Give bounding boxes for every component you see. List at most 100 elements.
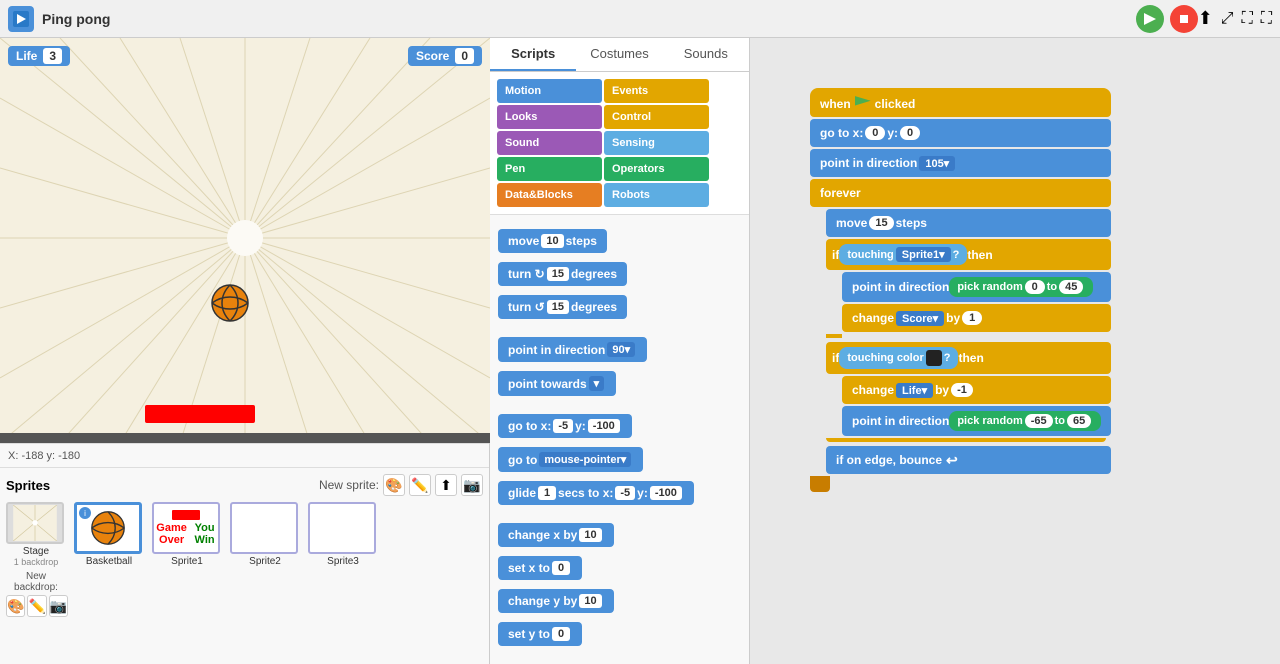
stage-thumbnail[interactable]: Stage 1 backdrop New backdrop: 🎨 ✏️ 📷 [6, 502, 66, 617]
tabs-row: Scripts Costumes Sounds [490, 38, 749, 72]
random-0-45: pick random 0 to 45 [949, 277, 1093, 297]
if-end-1 [826, 334, 842, 338]
game-over-text: Game Over [156, 522, 187, 546]
project-title: Ping pong [42, 11, 1130, 27]
presentation-icon[interactable]: ⛶ [1261, 10, 1272, 28]
tab-scripts[interactable]: Scripts [490, 38, 576, 71]
sprite-sprite2-label: Sprite2 [230, 556, 300, 567]
block-move-15[interactable]: move 15 steps [826, 209, 1111, 237]
cat-data[interactable]: Data&Blocks [497, 183, 602, 207]
cat-operators[interactable]: Operators [604, 157, 709, 181]
cat-pen[interactable]: Pen [497, 157, 602, 181]
block-when-clicked[interactable]: when clicked [810, 88, 1111, 117]
cat-control[interactable]: Control [604, 105, 709, 129]
sprite-basketball-image: i [74, 502, 142, 554]
block-change-x[interactable]: change x by 10 [498, 520, 741, 550]
categories-panel: Motion Events Looks Control Sound Sensin… [490, 72, 749, 215]
cat-looks[interactable]: Looks [497, 105, 602, 129]
fullscreen-large-icon[interactable]: ⛶ [1242, 10, 1253, 28]
main-area: Life 3 Score 0 X: -188 y: -180 Sprites N… [0, 38, 1280, 664]
block-set-x[interactable]: set x to 0 [498, 553, 741, 583]
block-glide[interactable]: glide 1 secs to x: -5 y: -100 [498, 478, 741, 508]
tab-sounds[interactable]: Sounds [663, 38, 749, 71]
green-flag-button[interactable] [1136, 5, 1164, 33]
new-sprite-controls: New sprite: 🎨 ✏️ ⬆ 📷 [319, 474, 483, 496]
touching-color-condition: touching color ? [839, 347, 958, 369]
block-goto-mp[interactable]: go to mouse-pointer▾ [498, 444, 741, 475]
blocks-list: move 10 steps turn ↻ 15 degrees turn ↺ 1… [490, 215, 749, 664]
cat-motion[interactable]: Motion [497, 79, 602, 103]
block-change-life[interactable]: change Life▾ by -1 [842, 376, 1111, 404]
upload-icon[interactable]: ⬆ [1198, 8, 1213, 29]
block-change-score[interactable]: change Score▾ by 1 [842, 304, 1111, 332]
life-label: Life [16, 49, 37, 63]
cat-sensing[interactable]: Sensing [604, 131, 709, 155]
block-if-sprite1[interactable]: if touching Sprite1▾ ? then [826, 239, 1111, 270]
sprites-header: Sprites New sprite: 🎨 ✏️ ⬆ 📷 [6, 474, 483, 496]
block-point-random-45[interactable]: point in direction pick random 0 to 45 [842, 272, 1111, 302]
cat-sound[interactable]: Sound [497, 131, 602, 155]
stage-canvas: Life 3 Score 0 [0, 38, 490, 443]
color-swatch[interactable] [926, 350, 942, 366]
stage-sub: 1 backdrop [6, 557, 66, 567]
score-label: Score [416, 49, 449, 63]
top-bar: Ping pong ⬆ ⤢ ⛶ ⛶ [0, 0, 1280, 38]
if-end-2 [826, 438, 1106, 442]
block-point-towards[interactable]: point towards ▾ [498, 368, 741, 399]
stage-background [0, 38, 490, 443]
new-backdrop-label: New backdrop: [6, 571, 66, 593]
project-icon [8, 6, 34, 32]
sprites-panel: Sprites New sprite: 🎨 ✏️ ⬆ 📷 [0, 467, 489, 664]
stage-thumb-image [6, 502, 64, 544]
touching-sprite1-condition: touching Sprite1▾ ? [839, 244, 967, 265]
score-badge: Score 0 [408, 46, 482, 66]
block-forever[interactable]: forever [810, 179, 1111, 207]
block-goto-0-0[interactable]: go to x: 0 y: 0 [810, 119, 1111, 147]
sprite-sprite1[interactable]: Game Over You Win Sprite1 [152, 502, 222, 567]
block-if-color[interactable]: if touching color ? then [826, 342, 1111, 374]
block-move[interactable]: move 10 steps [498, 226, 741, 256]
sprite-sprite1-label: Sprite1 [152, 556, 222, 567]
cat-events[interactable]: Events [604, 79, 709, 103]
random-neg65-65: pick random -65 to 65 [949, 411, 1101, 431]
block-turn-ccw[interactable]: turn ↺ 15 degrees [498, 292, 741, 322]
block-forever-end [810, 476, 830, 492]
tab-costumes[interactable]: Costumes [576, 38, 662, 71]
scripts-area: when clicked go to x: 0 y: 0 point in di… [750, 38, 1280, 664]
block-point-random-65[interactable]: point in direction pick random -65 to 65 [842, 406, 1111, 436]
paddle-sprite [145, 405, 255, 423]
block-if-edge-script[interactable]: if on edge, bounce ↩ [826, 446, 1111, 474]
block-point-dir-105[interactable]: point in direction 105▾ [810, 149, 1111, 177]
upload-backdrop-button[interactable]: ✏️ [27, 595, 46, 617]
block-point-dir[interactable]: point in direction 90▾ [498, 334, 741, 365]
blocks-panel: Scripts Costumes Sounds Motion Events Lo… [490, 38, 750, 664]
block-goto-xy[interactable]: go to x: -5 y: -100 [498, 411, 741, 441]
fullscreen-small-icon[interactable]: ⤢ [1221, 10, 1234, 28]
camera-backdrop-button[interactable]: 📷 [49, 595, 68, 617]
stage-area: Life 3 Score 0 X: -188 y: -180 Sprites N… [0, 38, 490, 664]
you-win-text: You Win [193, 522, 216, 546]
sprite-sprite3-image [308, 502, 376, 554]
life-badge: Life 3 [8, 46, 70, 66]
stop-button[interactable] [1170, 5, 1198, 33]
sprite-sprite3[interactable]: Sprite3 [308, 502, 378, 567]
sprites-title: Sprites [6, 478, 50, 493]
coord-text: X: -188 y: -180 [8, 450, 80, 462]
upload-sprite-button[interactable]: ✏️ [409, 474, 431, 496]
sprites-list: Stage 1 backdrop New backdrop: 🎨 ✏️ 📷 i [6, 502, 483, 617]
stage-label: Stage [6, 546, 66, 557]
camera-sprite-button[interactable]: 📷 [461, 474, 483, 496]
sprite-basketball[interactable]: i Basketball [74, 502, 144, 567]
sprite-sprite2[interactable]: Sprite2 [230, 502, 300, 567]
paint-sprite-button[interactable]: 🎨 [383, 474, 405, 496]
block-change-y[interactable]: change y by 10 [498, 586, 741, 616]
paint-backdrop-button[interactable]: 🎨 [6, 595, 25, 617]
block-set-y[interactable]: set y to 0 [498, 619, 741, 649]
block-turn-cw[interactable]: turn ↻ 15 degrees [498, 259, 741, 289]
score-value: 0 [455, 48, 474, 64]
sprite-badge: i [79, 507, 91, 519]
cat-robots[interactable]: Robots [604, 183, 709, 207]
sprite-basketball-label: Basketball [74, 556, 144, 567]
surprise-sprite-button[interactable]: ⬆ [435, 474, 457, 496]
life-value: 3 [43, 48, 62, 64]
